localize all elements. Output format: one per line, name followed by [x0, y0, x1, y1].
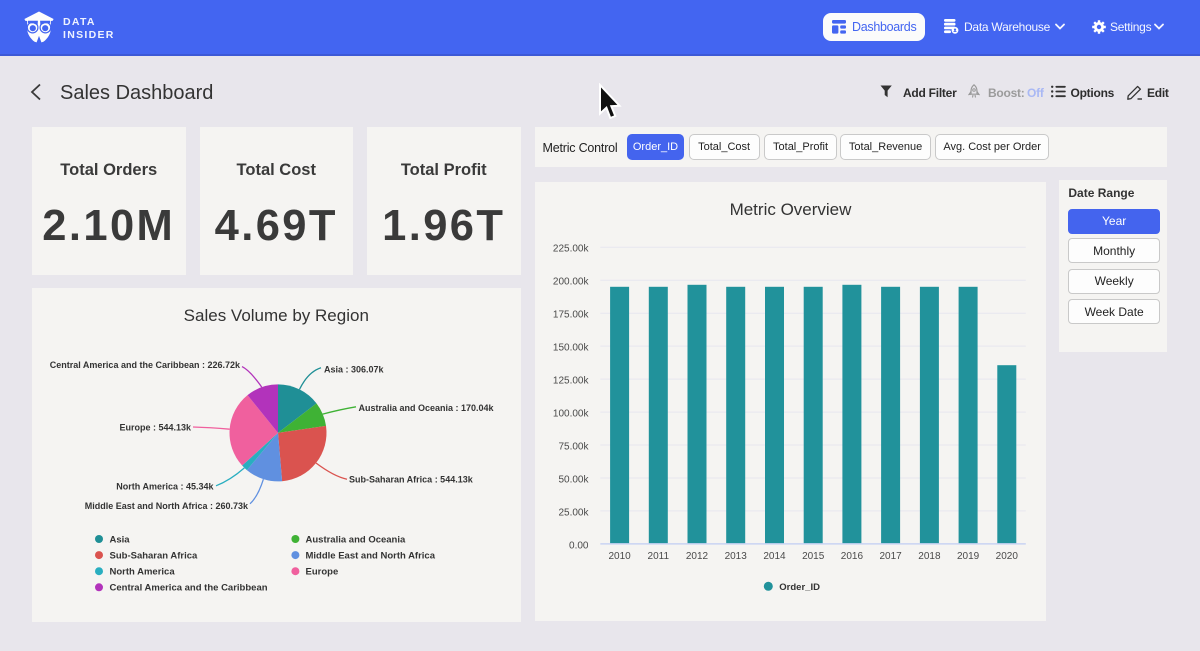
svg-text:Sales Volume by Region: Sales Volume by Region — [184, 306, 369, 325]
svg-text:North America : 45.34k: North America : 45.34k — [116, 481, 214, 491]
svg-text:2014: 2014 — [763, 551, 786, 562]
svg-text:75.00k: 75.00k — [558, 441, 589, 452]
svg-text:200.00k: 200.00k — [553, 276, 590, 287]
svg-text:Europe: Europe — [306, 566, 339, 577]
svg-text:North America: North America — [110, 566, 176, 577]
svg-text:Sub-Saharan Africa : 544.13k: Sub-Saharan Africa : 544.13k — [349, 474, 474, 484]
svg-text:Asia : 306.07k: Asia : 306.07k — [324, 364, 385, 374]
svg-text:Central America and the Caribb: Central America and the Caribbean — [110, 582, 268, 593]
svg-text:125.00k: 125.00k — [553, 375, 590, 386]
svg-text:2013: 2013 — [724, 551, 747, 562]
svg-text:Sub-Saharan Africa: Sub-Saharan Africa — [110, 550, 199, 561]
svg-text:2016: 2016 — [840, 551, 863, 562]
svg-text:2019: 2019 — [957, 551, 980, 562]
svg-text:Asia: Asia — [110, 534, 131, 545]
svg-text:Middle East and North Africa :: Middle East and North Africa : 260.73k — [85, 500, 249, 510]
svg-text:150.00k: 150.00k — [553, 342, 590, 353]
svg-text:175.00k: 175.00k — [553, 309, 590, 320]
svg-text:2010: 2010 — [608, 551, 631, 562]
svg-text:2015: 2015 — [802, 551, 825, 562]
svg-text:0.00: 0.00 — [569, 540, 589, 551]
svg-text:2018: 2018 — [918, 551, 941, 562]
svg-text:Australia and Oceania: Australia and Oceania — [306, 534, 407, 545]
svg-text:2017: 2017 — [879, 551, 902, 562]
svg-text:2020: 2020 — [995, 551, 1018, 562]
svg-text:Europe : 544.13k: Europe : 544.13k — [119, 422, 192, 432]
svg-text:225.00k: 225.00k — [553, 243, 590, 254]
svg-text:25.00k: 25.00k — [558, 507, 589, 518]
svg-text:Middle East and North Africa: Middle East and North Africa — [306, 550, 436, 561]
svg-text:Metric Overview: Metric Overview — [729, 200, 852, 219]
svg-text:Central America and the Caribb: Central America and the Caribbean : 226.… — [50, 360, 241, 370]
svg-text:2012: 2012 — [686, 551, 709, 562]
svg-text:50.00k: 50.00k — [558, 474, 589, 485]
svg-text:2011: 2011 — [647, 551, 669, 562]
svg-text:Order_ID: Order_ID — [779, 581, 820, 592]
svg-text:100.00k: 100.00k — [553, 408, 590, 419]
svg-text:Australia and Oceania : 170.04: Australia and Oceania : 170.04k — [359, 402, 495, 412]
